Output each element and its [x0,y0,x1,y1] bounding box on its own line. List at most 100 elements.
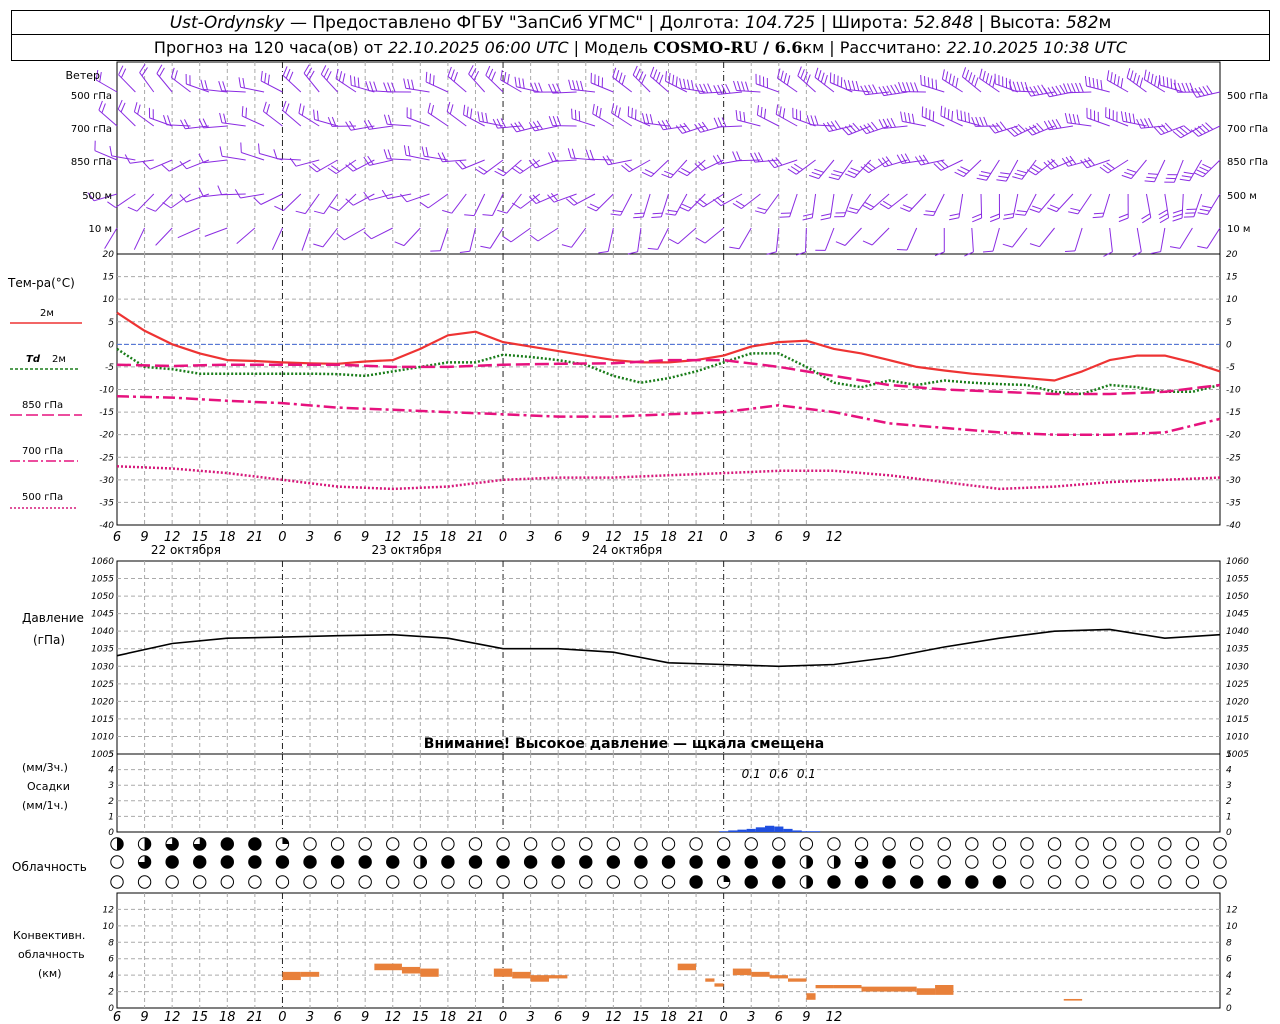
pressure-tick-right-1: 1055 [1226,575,1249,585]
wind-barb-l3-h70-feather-1 [735,200,745,207]
wind-barb-l1-h16-feather-1 [245,107,247,118]
precip-bar-9 [801,831,811,832]
cloud-lower-31-fill [965,875,979,889]
wind-barb-l1-h60-feather-2 [649,114,654,125]
wind-barb-l3-h62-feather-0 [665,213,676,216]
cloud-middle-20-fill [662,855,675,869]
wind-barb-l3-h14-feather-0 [217,185,223,195]
wind-barb-l0-h34-feather-2 [411,79,415,90]
wind-barb-l2-h80-feather-2 [833,170,844,174]
cloud-upper-1-fill [144,837,151,851]
time-axis-bottom-hour-20: 18 [660,1010,677,1024]
wind-barb-l2-h64-feather-1 [681,167,691,174]
wind-barb-l3-h72-feather-1 [757,207,768,211]
precip-value-label-2: 0.1 [797,767,816,781]
wind-barb-l0-h82-feather-3 [855,80,860,91]
wind-barb-l1-h38-feather-1 [449,104,454,115]
time-axis-bottom-hour-10: 12 [384,1010,401,1024]
wind-barb-l1-h70-feather-0 [735,110,738,121]
wind-barb-l3-h112-feather-0 [1142,217,1152,224]
wind-barb-l2-h52-feather-0 [567,148,572,159]
precip-tick-right-0: 5 [1226,750,1232,760]
cloud-middle-16-fill [552,855,565,869]
wind-barb-l2-h114-feather-2 [1147,173,1159,175]
temp-tick-left-7: -15 [99,408,114,418]
wind-level-left-850hpa: 850 гПа [71,157,112,168]
wind-barb-l1-h52-feather-0 [571,108,573,119]
wind-barb-l4-h78 [824,227,835,251]
wind-barb-l3-h90-feather-0 [923,214,934,216]
wind-barb-l0-h60-feather-0 [649,66,655,77]
wind-barb-l2-h2-feather-0 [109,145,113,156]
wind-barb-l3-h104-feather-1 [1049,204,1060,210]
pressure-tick-left-3: 1045 [91,610,114,620]
temperature-title: Тем-ра(°С) [7,276,75,290]
cloud-lower-8 [330,875,345,889]
cloud-upper-6-fill [282,837,289,844]
wind-barb-l2-h70-feather-1 [736,151,741,161]
precip-unit-1h: (мм/1ч.) [22,799,68,812]
cloud-lower-2 [165,875,179,889]
wind-barb-l2-h100-feather-0 [1012,176,1023,180]
wind-barb-l4-h99 [1012,227,1028,248]
wind-barb-l3-h26-feather-0 [329,206,340,212]
cloud-middle-28-fill [882,855,896,869]
wind-barb-l0-h28-feather-1 [353,76,356,87]
wind-barb-l0-h64-feather-0 [679,78,683,89]
convective-segment-7 [530,975,550,982]
wind-barb-l0-h76-feather-1 [800,69,805,79]
legend-850-label: 850 гПа [22,400,63,411]
convective-title-1: Конвективн. [13,929,85,942]
time-axis-top-hour-16: 6 [554,530,562,545]
wind-barb-l1-h92-feather-3 [951,110,954,121]
wind-barb-l4-h45-feather-0 [502,235,512,243]
cloud-upper-35 [1075,837,1089,851]
wind-barb-l1-h60-feather-1 [645,113,650,124]
cloud-lower-32-fill [993,875,1006,889]
wind-barb-l2-h32-feather-0 [383,149,388,159]
temp-tick-right-5: -5 [1226,363,1235,373]
wind-barb-l0-h88-feather-3 [910,82,915,92]
cloud-lower-7 [303,875,317,889]
wind-barb-l3-h106-feather-0 [1068,211,1079,215]
wind-barb-l3-h22-feather-0 [295,210,306,215]
wind-barb-l3-h78-feather-1 [821,213,832,217]
cloud-upper-38 [1158,837,1172,851]
time-axis-bottom-hour-4: 18 [219,1010,236,1024]
wind-barb-l1-h106-feather-0 [1064,112,1068,123]
wind-barb-l1-h28-feather-1 [349,120,356,130]
wind-barb-l1-h54-feather-0 [592,103,595,114]
wind-barb-l1-h48-feather-1 [532,121,540,131]
wind-barb-l1-h0-feather-0 [98,100,103,111]
wind-barb-l4-h87-feather-0 [896,249,908,251]
wind-barb-l0-h70-feather-0 [733,80,737,91]
temp-tick-right-2: 10 [1226,295,1238,305]
cloud-upper-30 [937,837,951,851]
cloud-middle-32 [992,855,1007,869]
pressure-tick-right-6: 1030 [1226,662,1249,672]
wind-barb-l4-h24 [322,227,338,248]
temp-tick-left-11: -35 [99,498,114,508]
cloud-upper-39 [1185,837,1200,851]
wind-barb-l1-h104-feather-0 [1043,120,1050,131]
convective-segment-0 [282,971,301,981]
convective-segment-12 [732,968,752,976]
wind-barb-l0-h116-feather-2 [1166,77,1169,88]
wind-barb-l0-h34-feather-1 [407,78,411,90]
temp-tick-left-9: -25 [99,453,114,463]
wind-barb-l4-h84 [871,227,890,246]
wind-barb-l0-h94-feather-2 [968,72,973,83]
wind-barb-l0-h64-feather-3 [691,80,694,91]
wind-barb-l1-h72-feather-0 [756,105,759,116]
temp-tick-right-4: 0 [1226,340,1232,350]
wind-barb-l4-h39 [469,227,476,252]
wind-barb-l4-h6 [155,227,173,246]
wind-barb-l0-h86-feather-0 [878,86,885,96]
wind-barb-l2-h102-feather-2 [1033,164,1043,171]
wind-barb-l0-h66-feather-3 [707,83,713,93]
wind-barb-l2-h98-feather-0 [996,179,1007,182]
wind-barb-l2-h112-feather-1 [1124,171,1134,176]
cloud-lower-1 [137,875,152,889]
wind-barb-l1-h32-feather-0 [383,114,388,125]
wind-barb-l0-h16-feather-0 [238,77,242,88]
